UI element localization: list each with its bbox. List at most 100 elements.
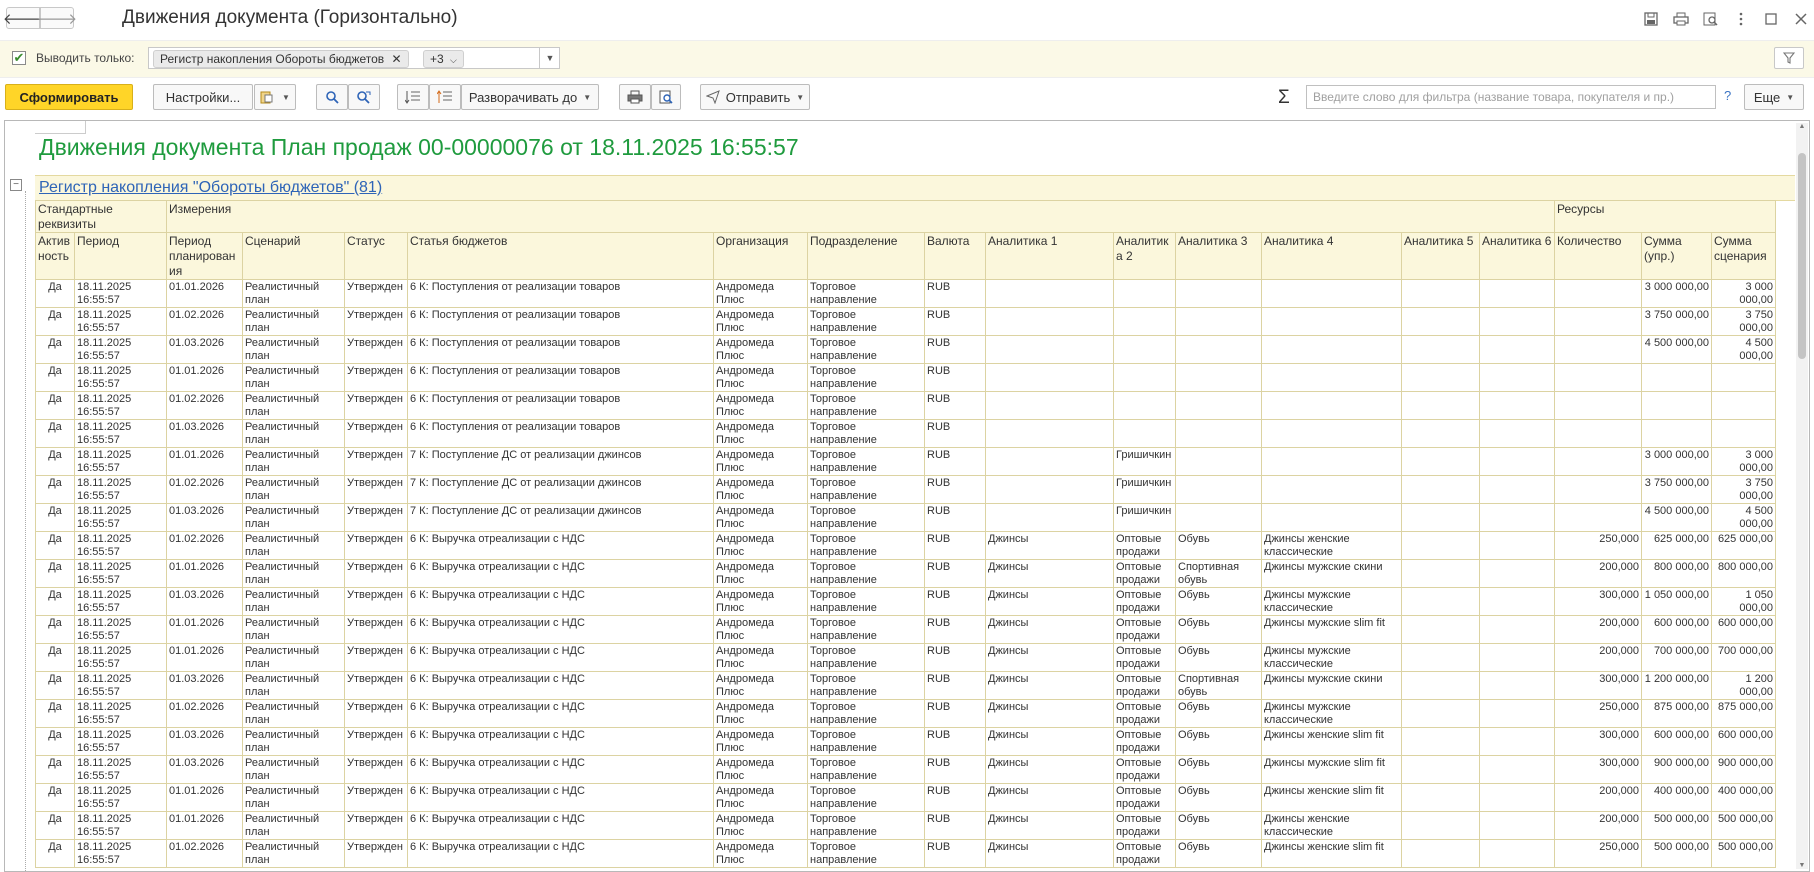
table-cell[interactable]: Джинсы — [985, 643, 1114, 672]
table-cell[interactable]: Да — [35, 699, 75, 728]
table-cell[interactable]: 6 К: Выручка отреализации с НДС — [407, 783, 714, 812]
table-row[interactable]: Да 18.11.2025 16:55:57 01.03.2026 Реалистич… — [35, 587, 1776, 616]
column-header[interactable]: Организация — [713, 232, 808, 280]
table-cell[interactable] — [1479, 615, 1555, 644]
table-cell[interactable] — [1554, 307, 1642, 336]
table-cell[interactable]: Торговое направление — [807, 559, 925, 588]
table-cell[interactable]: 7 К: Поступление ДС от реализации джинсо… — [407, 503, 714, 532]
table-cell[interactable]: Реалистичный план — [242, 391, 345, 420]
table-cell[interactable]: Оптовые продажи — [1113, 811, 1176, 840]
table-cell[interactable]: Джинсы женские классические — [1261, 811, 1402, 840]
table-cell[interactable]: 800 000,00 — [1711, 559, 1776, 588]
table-cell[interactable]: Утвержден — [344, 643, 408, 672]
table-cell[interactable]: 18.11.2025 16:55:57 — [74, 615, 167, 644]
table-cell[interactable] — [985, 307, 1114, 336]
table-row[interactable]: Да 18.11.2025 16:55:57 01.02.2026 Реалистич… — [35, 307, 1776, 336]
table-row[interactable]: Да 18.11.2025 16:55:57 01.01.2026 Реалистич… — [35, 559, 1776, 588]
table-cell[interactable]: Утвержден — [344, 811, 408, 840]
table-cell[interactable]: 01.02.2026 — [166, 475, 243, 504]
table-cell[interactable]: 18.11.2025 16:55:57 — [74, 391, 167, 420]
table-row[interactable]: Да 18.11.2025 16:55:57 01.01.2026 Реалистич… — [35, 615, 1776, 644]
print-button[interactable] — [619, 84, 651, 110]
table-cell[interactable]: Джинсы мужские slim fit — [1261, 615, 1402, 644]
table-cell[interactable]: 625 000,00 — [1711, 531, 1776, 560]
table-cell[interactable]: Торговое направление — [807, 671, 925, 700]
table-cell[interactable]: 4 500 000,00 — [1641, 503, 1712, 532]
table-cell[interactable]: 6 К: Поступления от реализации товаров — [407, 391, 714, 420]
table-cell[interactable] — [1175, 307, 1262, 336]
search-input[interactable]: Введите слово для фильтра (название това… — [1306, 85, 1716, 109]
table-cell[interactable] — [1261, 279, 1402, 308]
table-cell[interactable]: Торговое направление — [807, 447, 925, 476]
table-cell[interactable]: Спортивная обувь — [1175, 671, 1262, 700]
table-cell[interactable]: RUB — [924, 475, 986, 504]
table-cell[interactable]: Торговое направление — [807, 643, 925, 672]
table-cell[interactable]: 800 000,00 — [1641, 559, 1712, 588]
table-cell[interactable]: Обувь — [1175, 783, 1262, 812]
table-cell[interactable]: 875 000,00 — [1711, 699, 1776, 728]
table-cell[interactable]: 700 000,00 — [1711, 643, 1776, 672]
table-cell[interactable] — [1175, 503, 1262, 532]
table-cell[interactable]: Джинсы женские slim fit — [1261, 783, 1402, 812]
table-cell[interactable]: 1 200 000,00 — [1711, 671, 1776, 700]
table-cell[interactable]: Да — [35, 279, 75, 308]
scrollbar-thumb[interactable] — [1798, 153, 1806, 359]
table-cell[interactable]: RUB — [924, 839, 986, 868]
preview-icon[interactable] — [1698, 8, 1724, 30]
table-cell[interactable]: Джинсы женские slim fit — [1261, 727, 1402, 756]
table-cell[interactable]: 18.11.2025 16:55:57 — [74, 307, 167, 336]
table-cell[interactable]: Оптовые продажи — [1113, 671, 1176, 700]
table-cell[interactable]: Обувь — [1175, 587, 1262, 616]
table-cell[interactable] — [1175, 363, 1262, 392]
table-cell[interactable] — [985, 363, 1114, 392]
table-cell[interactable]: Андромеда Плюс — [713, 643, 808, 672]
table-cell[interactable] — [1401, 307, 1480, 336]
table-cell[interactable]: 01.02.2026 — [166, 391, 243, 420]
table-cell[interactable]: 01.03.2026 — [166, 671, 243, 700]
table-cell[interactable]: Андромеда Плюс — [713, 755, 808, 784]
table-cell[interactable]: 1 050 000,00 — [1641, 587, 1712, 616]
table-cell[interactable]: Оптовые продажи — [1113, 643, 1176, 672]
close-icon[interactable] — [1788, 8, 1814, 30]
table-cell[interactable] — [1175, 279, 1262, 308]
table-cell[interactable]: Оптовые продажи — [1113, 755, 1176, 784]
vertical-scrollbar[interactable]: ▲ ▼ — [1796, 123, 1808, 869]
table-cell[interactable]: 6 К: Поступления от реализации товаров — [407, 363, 714, 392]
table-cell[interactable] — [1175, 335, 1262, 364]
expand-to-button[interactable]: Разворачивать до ▼ — [461, 84, 599, 110]
table-cell[interactable]: Да — [35, 531, 75, 560]
table-cell[interactable] — [1401, 839, 1480, 868]
table-cell[interactable]: Утвержден — [344, 839, 408, 868]
table-cell[interactable] — [1261, 391, 1402, 420]
table-cell[interactable]: 01.03.2026 — [166, 755, 243, 784]
table-cell[interactable]: 900 000,00 — [1711, 755, 1776, 784]
table-cell[interactable]: Торговое направление — [807, 783, 925, 812]
more-icon[interactable] — [1728, 8, 1754, 30]
table-cell[interactable]: Реалистичный план — [242, 307, 345, 336]
table-cell[interactable]: 6 К: Выручка отреализации с НДС — [407, 587, 714, 616]
table-cell[interactable]: 6 К: Выручка отреализации с НДС — [407, 643, 714, 672]
table-cell[interactable]: 3 750 000,00 — [1641, 475, 1712, 504]
table-cell[interactable]: RUB — [924, 363, 986, 392]
table-cell[interactable]: Реалистичный план — [242, 699, 345, 728]
column-header[interactable]: Аналитика 6 — [1479, 232, 1555, 280]
table-row[interactable]: Да 18.11.2025 16:55:57 01.02.2026 Реалистич… — [35, 839, 1776, 868]
column-header[interactable]: Сумма сценария — [1711, 232, 1776, 280]
table-cell[interactable]: Обувь — [1175, 755, 1262, 784]
table-cell[interactable]: 18.11.2025 16:55:57 — [74, 447, 167, 476]
register-tag[interactable]: Регистр накопления Обороты бюджетов ✕ — [153, 50, 409, 68]
column-header[interactable]: Сценарий — [242, 232, 345, 280]
table-cell[interactable]: Торговое направление — [807, 391, 925, 420]
table-cell[interactable] — [1479, 699, 1555, 728]
table-cell[interactable]: Торговое направление — [807, 839, 925, 868]
table-cell[interactable] — [1113, 419, 1176, 448]
table-cell[interactable]: 500 000,00 — [1641, 839, 1712, 868]
column-header[interactable]: Аналитика 3 — [1175, 232, 1262, 280]
table-cell[interactable]: Да — [35, 811, 75, 840]
table-cell[interactable] — [1401, 475, 1480, 504]
table-cell[interactable] — [1479, 559, 1555, 588]
table-cell[interactable]: 300,000 — [1554, 587, 1642, 616]
table-cell[interactable] — [1479, 335, 1555, 364]
column-header[interactable]: Аналитик а 2 — [1113, 232, 1176, 280]
table-cell[interactable]: RUB — [924, 391, 986, 420]
